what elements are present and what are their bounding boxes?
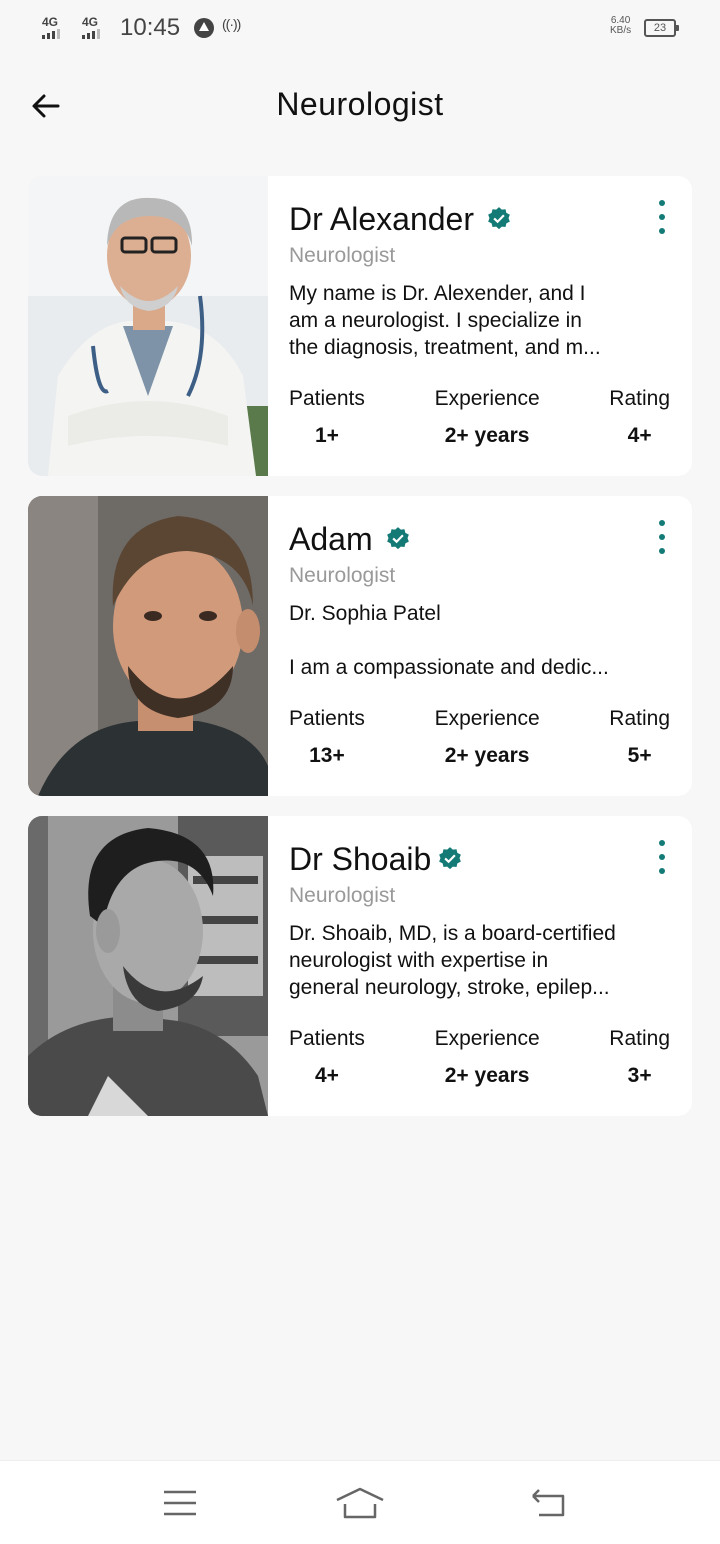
doctor-card[interactable]: Dr Alexander Neurologist My name is Dr. … <box>28 176 692 476</box>
more-options-icon[interactable] <box>650 200 674 234</box>
stat-value: 3+ <box>627 1064 652 1087</box>
doctor-specialty: Neurologist <box>289 564 396 587</box>
doctor-bio: Dr. Shoaib, MD, is a board-certified neu… <box>289 920 673 1002</box>
network-type-label: 4G <box>42 15 59 29</box>
stat-value: 4+ <box>314 1064 339 1087</box>
signal-icon: 4G <box>82 16 100 39</box>
stat-label: Rating <box>609 707 670 730</box>
bio-line: Dr. Shoaib, MD, is a board-certified <box>289 922 616 945</box>
verified-badge-icon <box>439 847 462 870</box>
clock: 10:45 <box>120 14 181 41</box>
stat-rating: Rating 5+ <box>609 704 670 768</box>
stat-value: 4+ <box>627 424 652 447</box>
back-icon[interactable] <box>518 1483 578 1523</box>
bio-line: general neurology, stroke, epilep... <box>289 976 610 999</box>
bio-line <box>289 627 673 654</box>
verified-badge-icon <box>386 527 409 550</box>
stat-label: Patients <box>289 1027 365 1050</box>
doctor-name: Dr Shoaib <box>289 840 432 877</box>
stat-value: 2+ years <box>444 1064 530 1087</box>
doctor-photo <box>28 816 268 1116</box>
doctor-name: Dr Alexander <box>289 200 474 237</box>
more-options-icon[interactable] <box>650 840 674 874</box>
doctor-name: Adam <box>289 520 373 557</box>
more-options-icon[interactable] <box>650 520 674 554</box>
home-icon[interactable] <box>330 1483 390 1523</box>
doctor-info: Dr Shoaib Neurologist Dr. Shoaib, MD, is… <box>268 816 692 1116</box>
hotspot-icon: ((·)) <box>222 16 241 32</box>
stat-patients: Patients 4+ <box>289 1024 365 1088</box>
doctor-bio: Dr. Sophia Patel I am a compassionate an… <box>289 600 673 682</box>
doctor-info: Dr Alexander Neurologist My name is Dr. … <box>268 176 692 476</box>
stat-label: Experience <box>434 707 540 730</box>
bio-line: My name is Dr. Alexender, and I <box>289 282 586 305</box>
stat-patients: Patients 1+ <box>289 384 365 448</box>
doctor-info: Adam Neurologist Dr. Sophia Patel I am a… <box>268 496 692 796</box>
stat-label: Patients <box>289 707 365 730</box>
app-header: Neurologist <box>0 70 720 146</box>
status-bar: 4G 4G 10:45 ((·)) 6.40 KB/s 23 <box>0 0 720 60</box>
doctor-stats: Patients 4+ Experience 2+ years Rating 3… <box>289 1024 670 1088</box>
stat-value: 5+ <box>627 744 652 767</box>
page-title: Neurologist <box>276 86 444 122</box>
stat-label: Experience <box>434 1027 540 1050</box>
stat-label: Experience <box>434 387 540 410</box>
bio-line: am a neurologist. I specialize in <box>289 309 582 332</box>
bio-line: the diagnosis, treatment, and m... <box>289 336 601 359</box>
menu-icon[interactable] <box>150 1483 210 1523</box>
stat-experience: Experience 2+ years <box>435 1024 540 1088</box>
system-nav-bar <box>0 1460 720 1544</box>
bio-line: neurologist with expertise in <box>289 949 549 972</box>
bio-line: I am a compassionate and dedic... <box>289 656 609 679</box>
doctor-card[interactable]: Dr Shoaib Neurologist Dr. Shoaib, MD, is… <box>28 816 692 1116</box>
doctor-specialty: Neurologist <box>289 244 396 267</box>
doctor-stats: Patients 1+ Experience 2+ years Rating 4… <box>289 384 670 448</box>
doctor-specialty: Neurologist <box>289 884 396 907</box>
bio-line: Dr. Sophia Patel <box>289 602 441 625</box>
screen: 4G 4G 10:45 ((·)) 6.40 KB/s 23 Neurologi… <box>0 0 720 1544</box>
stat-experience: Experience 2+ years <box>435 704 540 768</box>
signal-icon: 4G <box>42 16 60 39</box>
navigation-status-icon <box>194 18 214 38</box>
doctor-photo <box>28 496 268 796</box>
stat-value: 2+ years <box>444 424 530 447</box>
stat-label: Rating <box>609 1027 670 1050</box>
doctor-list: Dr Alexander Neurologist My name is Dr. … <box>28 176 692 1136</box>
stat-value: 1+ <box>314 424 339 447</box>
verified-badge-icon <box>488 207 510 230</box>
stat-label: Rating <box>609 387 670 410</box>
stat-experience: Experience 2+ years <box>435 384 540 448</box>
doctor-photo <box>28 176 268 476</box>
doctor-stats: Patients 13+ Experience 2+ years Rating … <box>289 704 670 768</box>
stat-value: 13+ <box>309 744 345 767</box>
doctor-bio: My name is Dr. Alexender, and I am a neu… <box>289 280 673 362</box>
battery-icon: 23 <box>644 19 679 37</box>
stat-value: 2+ years <box>444 744 530 767</box>
stat-rating: Rating 4+ <box>609 384 670 448</box>
stat-label: Patients <box>289 387 365 410</box>
stat-patients: Patients 13+ <box>289 704 365 768</box>
network-type-label: 4G <box>82 15 99 29</box>
doctor-card[interactable]: Adam Neurologist Dr. Sophia Patel I am a… <box>28 496 692 796</box>
network-speed-unit: KB/s <box>610 25 632 36</box>
network-speed: 6.40 KB/s <box>610 16 631 36</box>
stat-rating: Rating 3+ <box>609 1024 670 1088</box>
